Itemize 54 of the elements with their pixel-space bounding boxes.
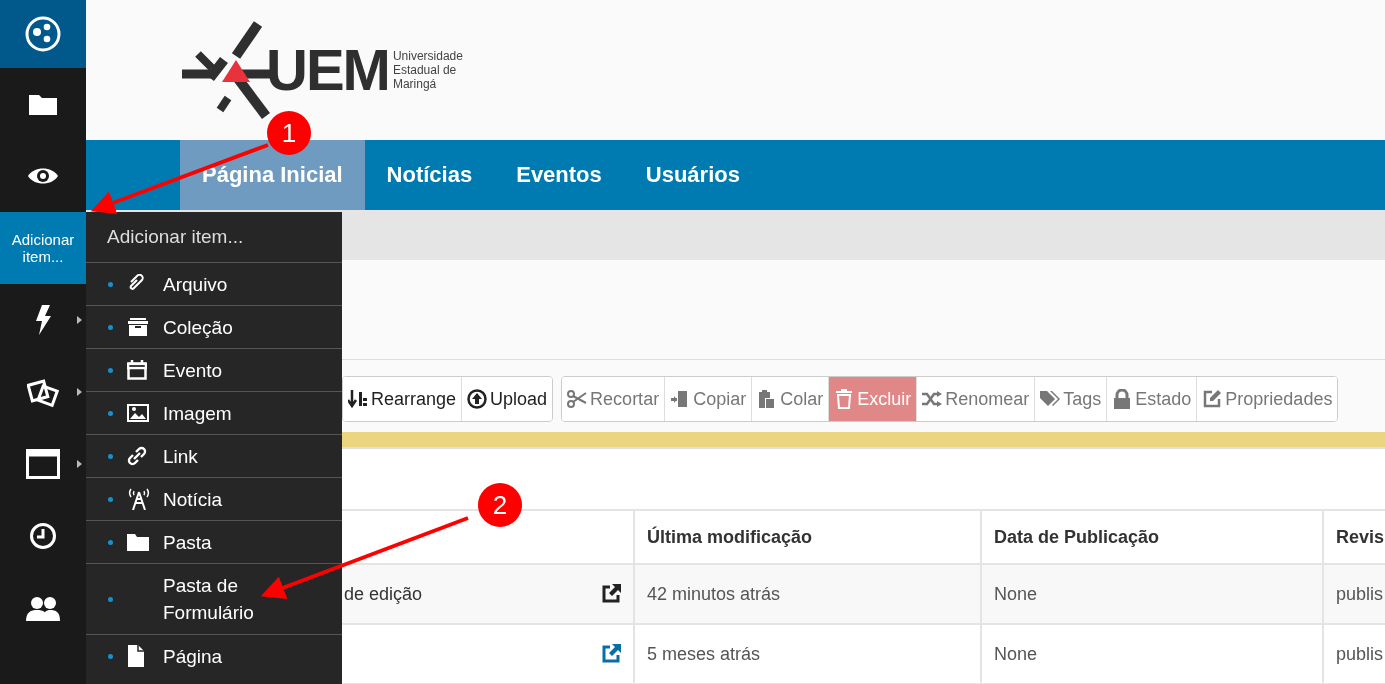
- folder-icon: [127, 533, 149, 551]
- clock-icon: [29, 522, 57, 550]
- image-icon: [127, 404, 149, 422]
- tags-icon: [1040, 389, 1061, 409]
- shapes-icon: [27, 376, 59, 408]
- column-header[interactable]: Data de Publicação: [981, 510, 1323, 564]
- logo-icon: [24, 15, 62, 53]
- caret-icon: [77, 460, 82, 468]
- menu-item[interactable]: Pasta de Formulário: [86, 564, 342, 635]
- column-header[interactable]: Última modificação: [634, 510, 981, 564]
- table-cell: 42 minutos atrás: [634, 564, 981, 624]
- link-icon: [127, 446, 147, 466]
- plone-logo-button[interactable]: [0, 0, 86, 68]
- step-badge: 1: [267, 111, 311, 155]
- menu-title: Adicionar item...: [86, 212, 342, 263]
- table-cell: 5 meses atrás: [634, 624, 981, 684]
- calendar-icon: [127, 360, 147, 380]
- table-cell: publis: [1323, 564, 1385, 624]
- lock-icon: [1112, 389, 1133, 409]
- menu-item[interactable]: Pasta: [86, 521, 342, 564]
- folder-icon: [28, 92, 58, 116]
- table-cell: None: [981, 624, 1323, 684]
- menu-item[interactable]: Imagem: [86, 392, 342, 435]
- users-icon: [25, 595, 61, 621]
- menu-item[interactable]: Coleção: [86, 306, 342, 349]
- table-cell: None: [981, 564, 1323, 624]
- trash-icon: [834, 389, 855, 409]
- file-icon: [127, 645, 145, 667]
- eye-icon: [27, 166, 59, 186]
- scissors-icon: [567, 389, 588, 409]
- menu-item[interactable]: Notícia: [86, 478, 342, 521]
- nav-tab[interactable]: Usuários: [623, 139, 762, 211]
- upload-icon: [467, 389, 488, 409]
- nav-tab[interactable]: Eventos: [494, 139, 624, 211]
- menu-item[interactable]: Arquivo: [86, 263, 342, 306]
- menu-item[interactable]: Evento: [86, 349, 342, 392]
- shuffle-icon: [922, 389, 943, 409]
- item-title-link[interactable]: de edição: [344, 583, 423, 605]
- menu-item[interactable]: Página: [86, 635, 342, 677]
- edit-icon: [1202, 389, 1223, 409]
- sidebar-add-item[interactable]: Adicionar item...: [0, 212, 86, 284]
- archive-icon: [127, 318, 149, 336]
- caret-icon: [77, 388, 82, 396]
- nav-tab[interactable]: Notícias: [364, 139, 495, 211]
- menu-item[interactable]: Link: [86, 435, 342, 478]
- step-badge: 2: [478, 483, 522, 527]
- caret-icon: [77, 316, 82, 324]
- external-link-icon[interactable]: [601, 584, 621, 604]
- sort-icon: [348, 389, 368, 409]
- lightning-icon: [34, 305, 52, 335]
- toolbar-button[interactable]: Rearrange: [343, 377, 463, 421]
- table-cell: publis: [1323, 624, 1385, 684]
- antenna-icon: [127, 488, 151, 510]
- window-icon: [26, 449, 60, 479]
